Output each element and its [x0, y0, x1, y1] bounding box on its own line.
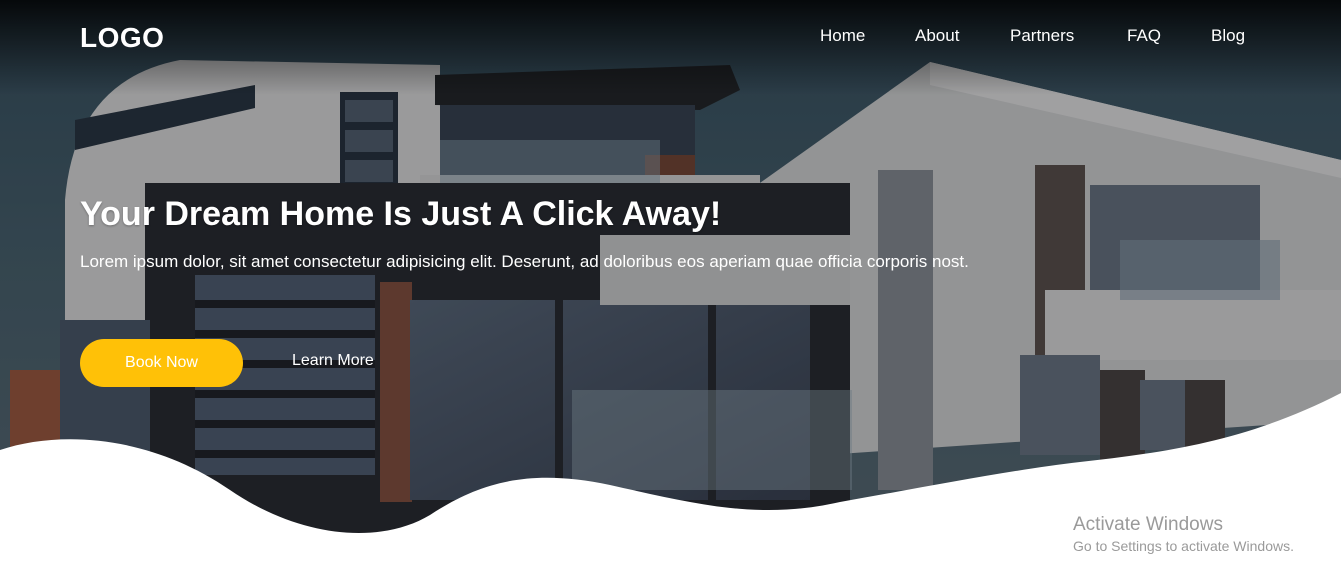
hero-wave-divider — [0, 393, 1341, 565]
activate-windows-title: Activate Windows — [1073, 514, 1223, 535]
activate-windows-subtitle: Go to Settings to activate Windows. — [1073, 538, 1294, 554]
activate-windows-watermark: Activate Windows Go to Settings to activ… — [1073, 514, 1294, 555]
hero-section: LOGO Home About Partners FAQ Blog Your D… — [0, 0, 1341, 565]
